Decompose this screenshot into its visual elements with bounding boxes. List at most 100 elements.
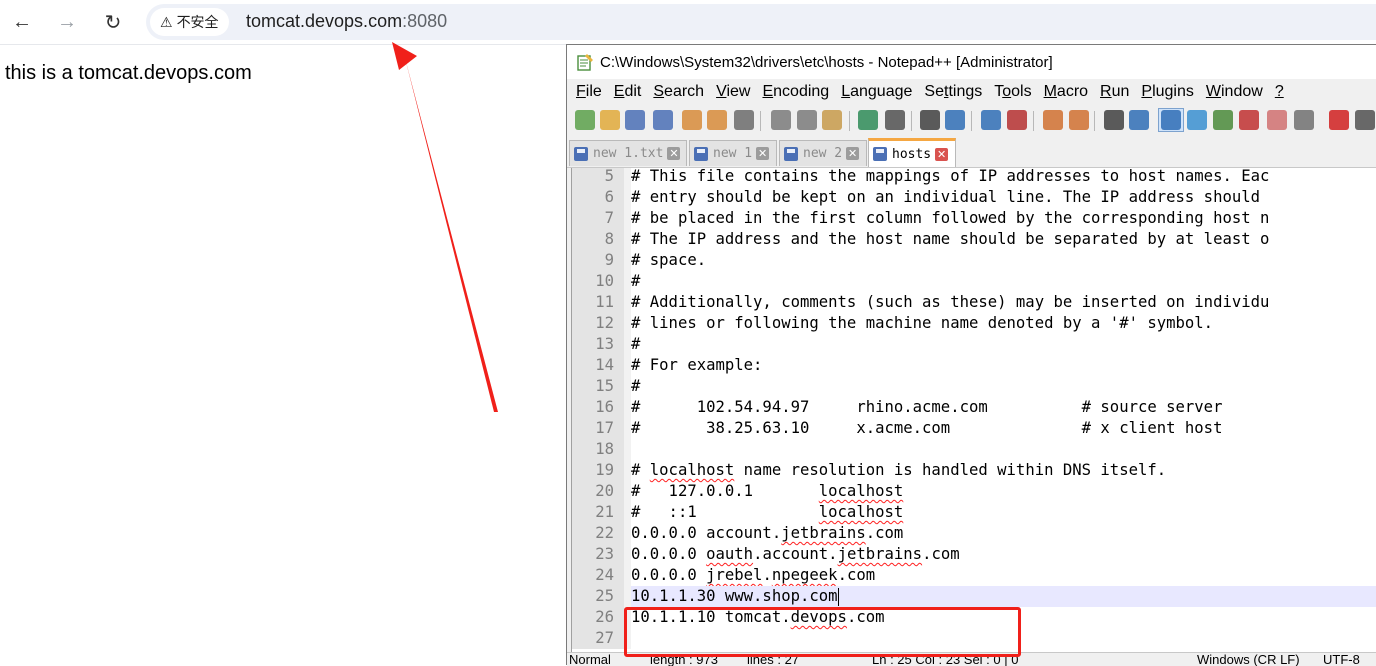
new-file-icon[interactable] bbox=[575, 110, 595, 130]
tab-hosts[interactable]: hosts ✕ bbox=[868, 138, 956, 167]
code-line[interactable]: 15 # bbox=[572, 376, 1376, 397]
function-list-icon[interactable] bbox=[1239, 110, 1259, 130]
code-line[interactable]: 22 0.0.0.0 account.jetbrains.com bbox=[572, 523, 1376, 544]
code-line[interactable]: 7 # be placed in the first column followe… bbox=[572, 208, 1376, 229]
editor-area[interactable]: 5 # This file contains the mappings of IP… bbox=[571, 168, 1376, 652]
user-lang-icon[interactable] bbox=[1187, 110, 1207, 130]
zoom-out-icon[interactable] bbox=[1007, 110, 1027, 130]
line-number: 8 bbox=[572, 229, 624, 250]
line-text: # 102.54.94.97 rhino.acme.com # source s… bbox=[631, 398, 1223, 416]
security-indicator[interactable]: ⚠ 不安全 bbox=[150, 8, 229, 36]
menu-item[interactable]: Encoding bbox=[762, 83, 829, 101]
save-icon[interactable] bbox=[625, 110, 645, 130]
code-line[interactable]: 5 # This file contains the mappings of IP… bbox=[572, 168, 1376, 187]
code-line[interactable]: 13 # bbox=[572, 334, 1376, 355]
undo-icon[interactable] bbox=[858, 110, 878, 130]
fold-margin bbox=[624, 565, 631, 586]
open-file-icon[interactable] bbox=[600, 110, 620, 130]
toolbar bbox=[567, 105, 1376, 135]
fold-margin bbox=[624, 229, 631, 250]
menu-item[interactable]: Settings bbox=[924, 83, 982, 101]
code-line[interactable]: 21 # ::1 localhost bbox=[572, 502, 1376, 523]
tab-new-1[interactable]: new 1 ✕ bbox=[689, 140, 777, 166]
code-line[interactable]: 17 # 38.25.63.10 x.acme.com # x client ho… bbox=[572, 418, 1376, 439]
replace-icon[interactable] bbox=[945, 110, 965, 130]
save-all-icon[interactable] bbox=[653, 110, 673, 130]
code-line[interactable]: 14 # For example: bbox=[572, 355, 1376, 376]
window-title-bar[interactable]: C:\Windows\System32\drivers\etc\hosts - … bbox=[567, 45, 1376, 79]
code-line[interactable]: 24 0.0.0.0 jrebel.npegeek.com bbox=[572, 565, 1376, 586]
code-line[interactable]: 26 10.1.1.10 tomcat.devops.com bbox=[572, 607, 1376, 628]
zoom-in-icon[interactable] bbox=[981, 110, 1001, 130]
close-icon[interactable] bbox=[682, 110, 702, 130]
redo-icon[interactable] bbox=[885, 110, 905, 130]
record-macro-icon[interactable] bbox=[1329, 110, 1349, 130]
indent-guide-icon[interactable] bbox=[1161, 110, 1181, 130]
folder-workspace-icon[interactable] bbox=[1267, 110, 1287, 130]
code-line[interactable]: 10 # bbox=[572, 271, 1376, 292]
line-text: # ::1 localhost bbox=[631, 503, 904, 521]
close-tab-icon[interactable]: ✕ bbox=[846, 147, 860, 160]
code-line[interactable]: 27 bbox=[572, 628, 1376, 649]
find-icon[interactable] bbox=[920, 110, 940, 130]
copy-icon[interactable] bbox=[797, 110, 817, 130]
sync-vertical-icon[interactable] bbox=[1043, 110, 1063, 130]
code-line[interactable]: 25 10.1.1.30 www.shop.com bbox=[572, 586, 1376, 607]
code-line[interactable]: 16 # 102.54.94.97 rhino.acme.com # source… bbox=[572, 397, 1376, 418]
code-line[interactable]: 6 # entry should be kept on an individual… bbox=[572, 187, 1376, 208]
menu-item[interactable]: Macro bbox=[1044, 83, 1088, 101]
forward-arrow-icon[interactable]: → bbox=[53, 8, 81, 36]
close-tab-icon[interactable]: ✕ bbox=[935, 147, 949, 161]
line-number: 16 bbox=[572, 397, 624, 418]
monitor-icon[interactable] bbox=[1294, 110, 1314, 130]
address-bar[interactable]: ⚠ 不安全 tomcat.devops.com:8080 bbox=[146, 4, 1376, 40]
word-wrap-icon[interactable] bbox=[1104, 110, 1124, 130]
code-line[interactable]: 9 # space. bbox=[572, 250, 1376, 271]
tab-label: hosts bbox=[892, 146, 932, 162]
close-all-icon[interactable] bbox=[707, 110, 727, 130]
paste-icon[interactable] bbox=[822, 110, 842, 130]
code-line[interactable]: 23 0.0.0.0 oauth.account.jetbrains.com bbox=[572, 544, 1376, 565]
menu-item[interactable]: Language bbox=[841, 83, 912, 101]
close-tab-icon[interactable]: ✕ bbox=[667, 147, 681, 160]
close-tab-icon[interactable]: ✕ bbox=[756, 147, 770, 160]
menu-item[interactable]: File bbox=[576, 83, 602, 101]
fold-margin bbox=[624, 628, 631, 649]
menu-item[interactable]: Search bbox=[653, 83, 704, 101]
url-host: tomcat.devops.com bbox=[246, 11, 403, 31]
line-text: # 127.0.0.1 localhost bbox=[631, 482, 904, 500]
fold-margin bbox=[624, 523, 631, 544]
fold-margin bbox=[624, 607, 631, 628]
line-text: # 38.25.63.10 x.acme.com # x client host bbox=[631, 419, 1223, 437]
line-number: 18 bbox=[572, 439, 624, 460]
menu-item[interactable]: Edit bbox=[614, 83, 642, 101]
back-arrow-icon[interactable]: ← bbox=[8, 8, 36, 36]
annotation-arrow-head bbox=[392, 42, 417, 70]
line-text: 0.0.0.0 oauth.account.jetbrains.com bbox=[631, 545, 960, 563]
sync-horizontal-icon[interactable] bbox=[1069, 110, 1089, 130]
menu-item[interactable]: Run bbox=[1100, 83, 1129, 101]
code-line[interactable]: 19 # localhost name resolution is handled… bbox=[572, 460, 1376, 481]
show-all-chars-icon[interactable] bbox=[1129, 110, 1149, 130]
menu-item[interactable]: Tools bbox=[994, 83, 1031, 101]
menu-item[interactable]: ? bbox=[1275, 83, 1284, 101]
menu-item[interactable]: Window bbox=[1206, 83, 1263, 101]
toolbar-separator bbox=[760, 111, 761, 131]
print-icon[interactable] bbox=[734, 110, 754, 130]
code-line[interactable]: 20 # 127.0.0.1 localhost bbox=[572, 481, 1376, 502]
code-line[interactable]: 8 # The IP address and the host name shou… bbox=[572, 229, 1376, 250]
reload-icon[interactable]: ↻ bbox=[99, 8, 127, 36]
code-line[interactable]: 18 bbox=[572, 439, 1376, 460]
line-number: 15 bbox=[572, 376, 624, 397]
menu-item[interactable]: Plugins bbox=[1141, 83, 1193, 101]
tab-new-2[interactable]: new 2 ✕ bbox=[779, 140, 867, 166]
code-line[interactable]: 12 # lines or following the machine name … bbox=[572, 313, 1376, 334]
url-text[interactable]: tomcat.devops.com:8080 bbox=[246, 11, 447, 32]
doc-map-icon[interactable] bbox=[1213, 110, 1233, 130]
spellcheck-mark: devops bbox=[790, 608, 847, 626]
code-line[interactable]: 11 # Additionally, comments (such as thes… bbox=[572, 292, 1376, 313]
cut-icon[interactable] bbox=[771, 110, 791, 130]
menu-item[interactable]: View bbox=[716, 83, 750, 101]
tab-new-1-txt[interactable]: new 1.txt ✕ bbox=[569, 140, 687, 166]
stop-macro-icon[interactable] bbox=[1355, 110, 1375, 130]
